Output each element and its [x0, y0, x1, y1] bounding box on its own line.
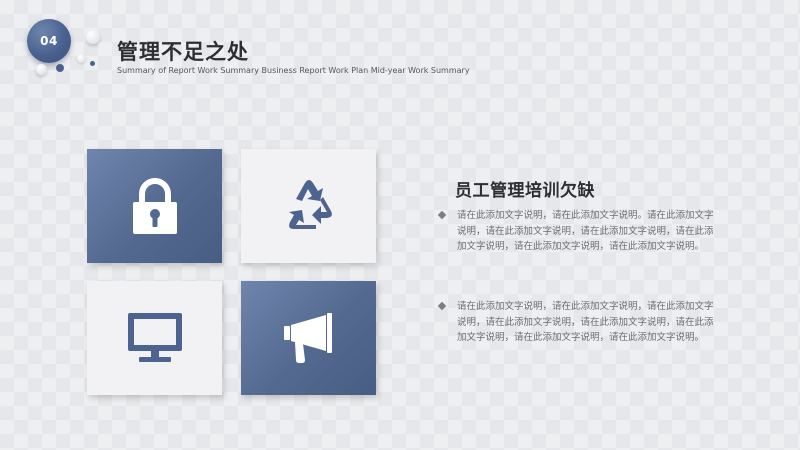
monitor-icon	[127, 313, 182, 362]
page-title: 管理不足之处	[117, 40, 249, 64]
bullet-item: 请在此添加文字说明，请在此添加文字说明，请在此添加文字说明，请在此添加文字说明，…	[437, 299, 729, 346]
recycle-icon	[288, 180, 332, 229]
tile-megaphone	[241, 281, 376, 395]
section-number: 04	[40, 34, 58, 48]
diamond-bullet-icon	[437, 301, 447, 311]
decorative-dot	[86, 30, 100, 44]
section-number-badge: 04	[27, 19, 71, 63]
bullet-item: 请在此添加文字说明，请在此添加文字说明。请在此添加文字说明，请在此添加文字说明，…	[437, 208, 729, 255]
decorative-dot	[56, 64, 64, 72]
bullet-text: 请在此添加文字说明，请在此添加文字说明，请在此添加文字说明，请在此添加文字说明，…	[457, 301, 714, 343]
section-heading: 员工管理培训欠缺	[455, 181, 595, 201]
tile-lock	[87, 149, 222, 263]
decorative-dot	[90, 61, 95, 66]
lock-icon	[132, 178, 177, 234]
decorative-dot	[77, 54, 86, 63]
tile-recycle	[241, 149, 376, 263]
megaphone-icon	[283, 313, 332, 363]
tile-monitor	[87, 281, 222, 395]
page-subtitle: Summary of Report Work Summary Business …	[117, 66, 470, 75]
slide: 04 管理不足之处 Summary of Report Work Summary…	[0, 0, 800, 450]
decorative-dot	[36, 64, 47, 75]
diamond-bullet-icon	[437, 210, 447, 220]
bullet-text: 请在此添加文字说明，请在此添加文字说明。请在此添加文字说明，请在此添加文字说明，…	[457, 210, 714, 252]
